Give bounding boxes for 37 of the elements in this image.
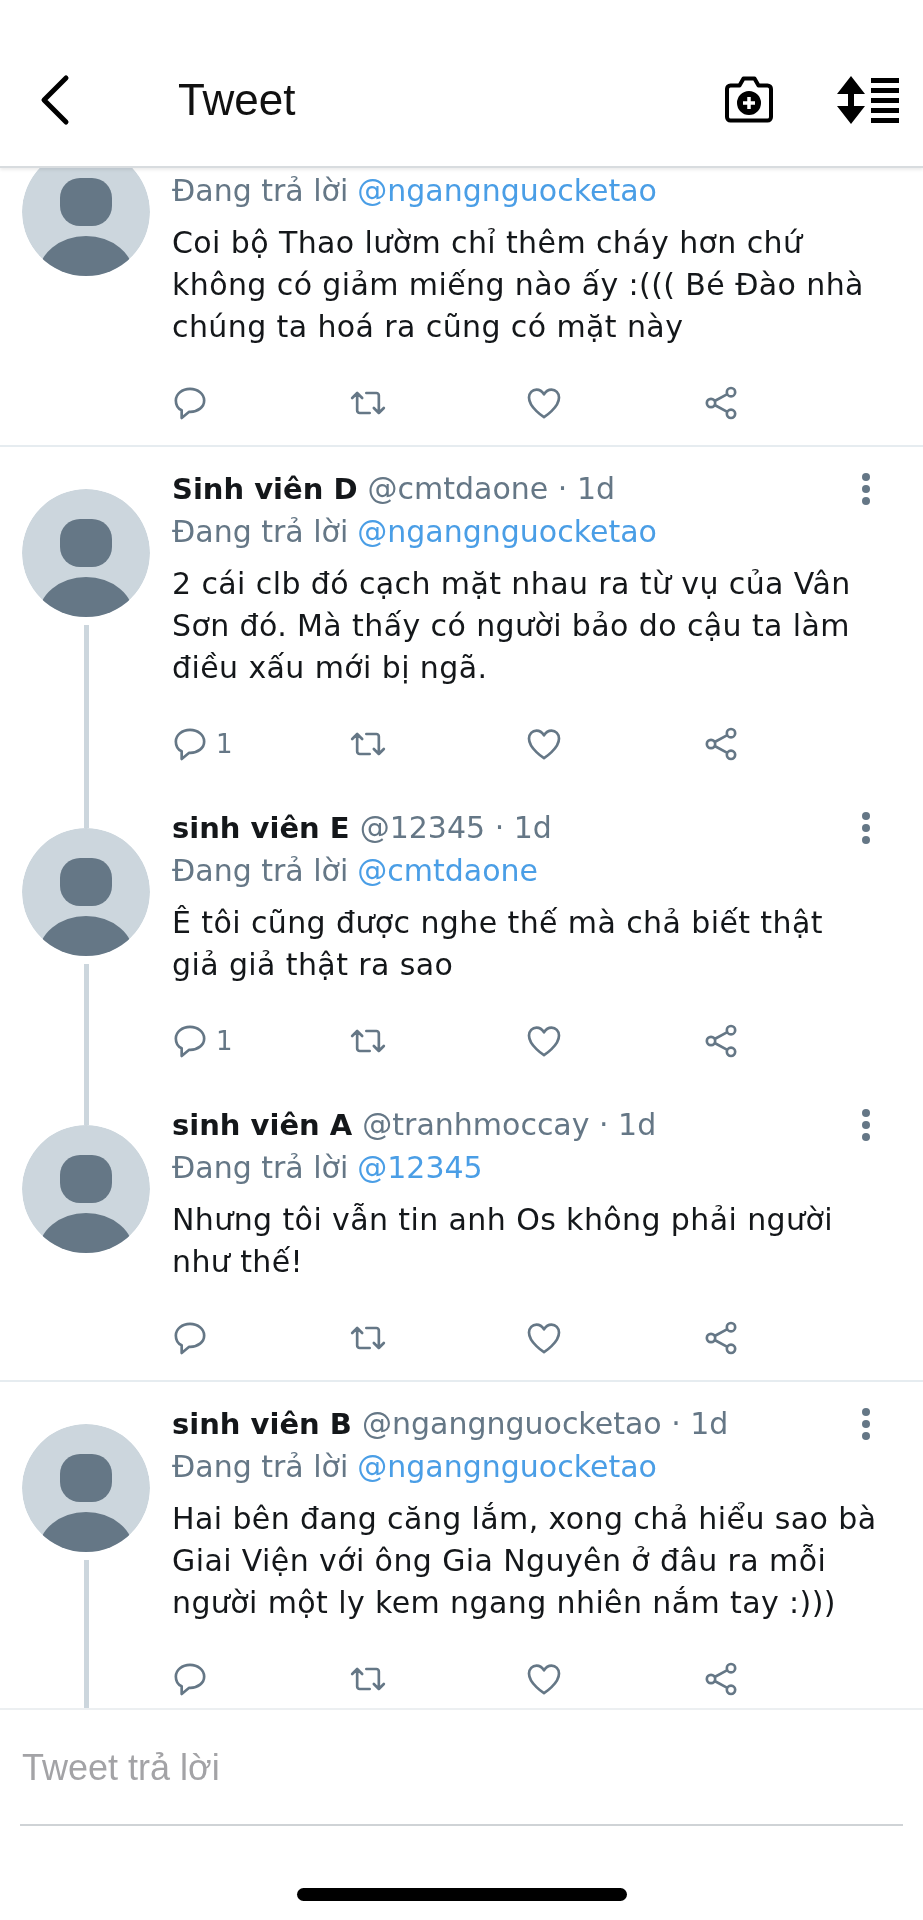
camera-plus-icon[interactable]	[723, 75, 775, 125]
reply-context: Đang trả lời	[172, 1449, 349, 1484]
more-icon[interactable]	[861, 471, 871, 506]
avatar[interactable]	[22, 1125, 150, 1253]
mention-link[interactable]: @ngangnguocketao	[357, 1449, 657, 1484]
handle-time: @cmtdaone · 1d	[367, 471, 616, 506]
mention-link[interactable]: @ngangnguocketao	[357, 173, 657, 208]
tweet-text: Coi bộ Thao lườm chỉ thêm cháy hơn chứ không có giảm miếng nào ấy :((( Bé Đào nhà chúng ta hoá ra cũng có mặt này	[172, 224, 865, 346]
tweet-text: Nhưng tôi vẫn tin anh Os không phải người như thế!	[172, 1201, 834, 1281]
mention-link[interactable]: @ngangnguocketao	[357, 514, 657, 549]
reply-context: Đang trả lời	[172, 514, 349, 549]
avatar[interactable]	[22, 489, 150, 617]
reply-count: 1	[216, 1026, 233, 1056]
sort-icon[interactable]	[837, 76, 899, 124]
handle-time: @ngangnguocketao · 1d	[361, 1406, 729, 1441]
user-name[interactable]: Sinh viên D	[172, 471, 358, 506]
user-name[interactable]: sinh viên E	[172, 810, 350, 845]
mention-link[interactable]: @12345	[357, 1150, 483, 1185]
tweet-text: 2 cái clb đó cạch mặt nhau ra từ vụ của Vân Sơn đó. Mà thấy có người bảo do cậu ta làm điều xấu mới bị ngã.	[172, 565, 852, 687]
reply-context: Đang trả lời	[172, 173, 349, 208]
mention-link[interactable]: @cmtdaone	[357, 853, 538, 888]
avatar[interactable]	[22, 168, 150, 276]
more-icon[interactable]	[861, 810, 871, 845]
page-title: Tweet	[178, 75, 297, 125]
tweet-text: Ê tôi cũng được nghe thế mà chả biết thật giả giả thật ra sao	[172, 904, 824, 984]
handle-time: @tranhmoccay · 1d	[362, 1107, 657, 1142]
reply-context: Đang trả lời	[172, 853, 349, 888]
user-name[interactable]: sinh viên A	[172, 1107, 353, 1142]
tweet-text: Hai bên đang căng lắm, xong chả hiểu sao bà Giai Viện với ông Gia Nguyên ở đâu ra mỗi người một ly kem ngang nhiên nắm tay :)))	[172, 1500, 877, 1622]
avatar[interactable]	[22, 1424, 150, 1552]
user-name[interactable]: sinh viên B	[172, 1406, 352, 1441]
more-icon[interactable]	[861, 1107, 871, 1142]
avatar[interactable]	[22, 828, 150, 956]
handle-time: @12345 · 1d	[359, 810, 552, 845]
reply-context: Đang trả lời	[172, 1150, 349, 1185]
reply-count: 1	[216, 729, 233, 759]
more-icon[interactable]	[861, 1406, 871, 1441]
